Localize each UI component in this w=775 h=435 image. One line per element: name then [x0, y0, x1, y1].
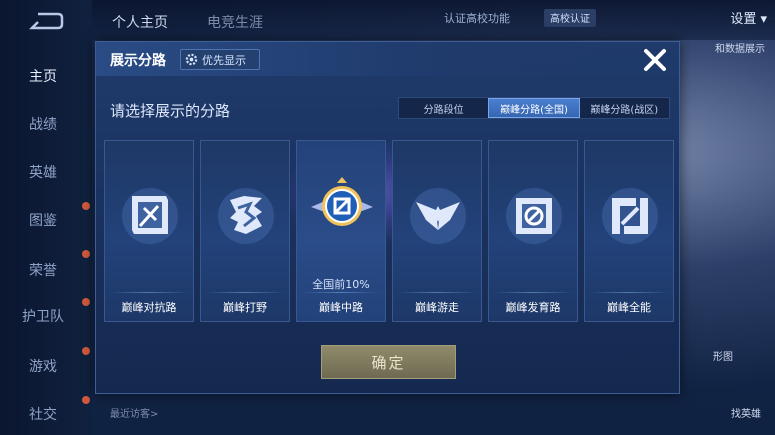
settings-button[interactable]: 设置 ▾ — [730, 8, 767, 27]
allround-emblem-icon — [602, 188, 658, 244]
card-divider — [109, 292, 189, 293]
dragon-emblem-icon — [218, 188, 274, 244]
priority-display-button[interactable]: 优先显示 — [180, 49, 260, 70]
lane-card-name: 巅峰全能 — [607, 301, 651, 314]
left-nav: 主页 战绩 英雄 图鉴 荣誉 护卫队 游戏 社交 — [0, 0, 92, 435]
card-divider — [397, 292, 477, 293]
sword-emblem-icon — [122, 188, 178, 244]
card-divider — [205, 292, 285, 293]
lane-card-name: 巅峰打野 — [223, 301, 267, 314]
priority-display-label: 优先显示 — [202, 53, 246, 67]
chevron-down-icon: ▾ — [760, 12, 767, 27]
close-icon[interactable] — [641, 46, 669, 74]
tab-esports[interactable]: 电竞生涯 — [207, 12, 263, 32]
notification-dot — [82, 298, 90, 306]
tab-peak-lane-national[interactable]: 巅峰分路(全国) — [488, 98, 580, 118]
mage-emblem-icon — [311, 177, 373, 226]
campus-badge[interactable]: 高校认证 — [544, 9, 596, 27]
lane-card-top[interactable]: 巅峰对抗路 — [104, 140, 194, 322]
nav-item-honor[interactable]: 荣誉 — [0, 260, 86, 280]
tab-lane-rank[interactable]: 分路段位 — [399, 98, 488, 118]
lane-card-mid[interactable]: 全国前10% 巅峰中路 — [296, 140, 386, 322]
lane-card-roam[interactable]: 巅峰游走 — [392, 140, 482, 322]
right-label-1[interactable]: 形图 — [713, 348, 733, 363]
dialog-subtitle: 请选择展示的分路 — [110, 102, 231, 120]
tab-profile[interactable]: 个人主页 — [112, 12, 168, 32]
tab-peak-lane-region[interactable]: 巅峰分路(战区) — [580, 98, 669, 118]
settings-label: 设置 — [730, 12, 757, 27]
dialog-title: 展示分路 — [110, 53, 166, 69]
target-emblem-icon — [506, 188, 562, 244]
back-icon[interactable] — [24, 10, 64, 32]
lane-source-tabs: 分路段位 巅峰分路(全国) 巅峰分路(战区) — [398, 97, 670, 119]
verify-text[interactable]: 认证高校功能 — [444, 10, 510, 26]
lane-card-jungle[interactable]: 巅峰打野 — [200, 140, 290, 322]
nav-item-record[interactable]: 战绩 — [0, 114, 86, 134]
nav-item-social[interactable]: 社交 — [0, 404, 86, 424]
recent-visitors-link[interactable]: 最近访客> — [110, 405, 158, 420]
nav-item-hero[interactable]: 英雄 — [0, 162, 86, 182]
card-divider — [301, 292, 381, 293]
confirm-button[interactable]: 确定 — [321, 345, 456, 379]
nav-item-guide[interactable]: 图鉴 — [0, 210, 86, 230]
lane-card-name: 巅峰发育路 — [505, 301, 561, 314]
lane-card-allround[interactable]: 巅峰全能 — [584, 140, 674, 322]
wings-emblem-icon — [410, 188, 466, 244]
right-ribbon-text: 和数据展示 — [715, 44, 765, 55]
lane-card-farm[interactable]: 巅峰发育路 — [488, 140, 578, 322]
notification-dot — [82, 347, 90, 355]
top-bar: 个人主页 电竞生涯 认证高校功能 高校认证 设置 ▾ — [92, 0, 775, 40]
lane-card-list: 巅峰对抗路 巅峰打野 全国前10% 巅峰中路 巅峰游走 巅峰发育路 巅峰全能 — [104, 140, 674, 322]
card-divider — [589, 292, 669, 293]
nav-item-game[interactable]: 游戏 — [0, 356, 86, 376]
lane-card-name: 巅峰游走 — [415, 301, 459, 314]
notification-dot — [82, 250, 90, 258]
dialog-header: 展示分路 优先显示 — [96, 42, 679, 76]
gear-icon — [185, 53, 198, 66]
notification-dot — [82, 396, 90, 404]
notification-dot — [82, 202, 90, 210]
nav-item-home[interactable]: 主页 — [0, 66, 86, 86]
lane-card-name: 巅峰对抗路 — [121, 301, 177, 314]
lane-display-dialog: 展示分路 优先显示 请选择展示的分路 分路段位 巅峰分路(全国) 巅峰分路(战区… — [95, 41, 680, 394]
nav-item-guard[interactable]: 护卫队 — [0, 306, 86, 326]
lane-card-name: 巅峰中路 — [319, 301, 363, 314]
lane-rank-text: 全国前10% — [312, 278, 370, 291]
card-divider — [493, 292, 573, 293]
right-side-panel: 和数据展示 形图 找英雄 — [675, 40, 775, 435]
right-label-2[interactable]: 找英雄 — [731, 405, 761, 420]
